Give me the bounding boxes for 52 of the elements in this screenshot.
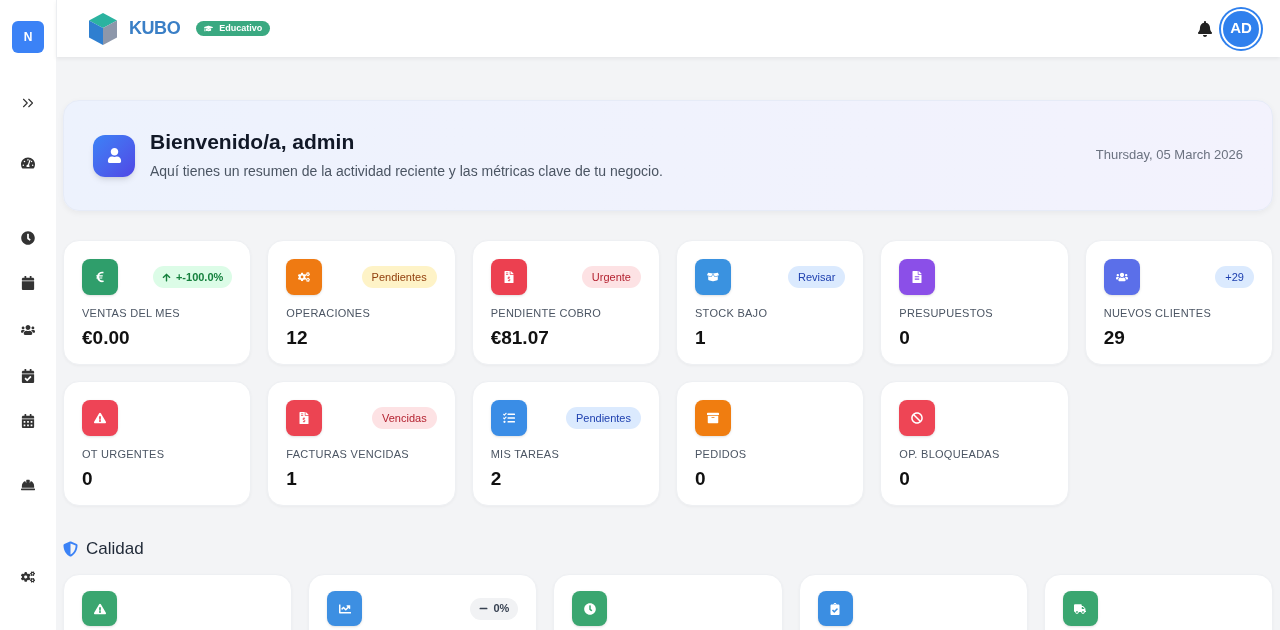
trend-value: 0% <box>493 603 510 614</box>
stat-label: VENTAS DEL MES <box>82 306 181 320</box>
stat-value: 0 <box>82 467 94 491</box>
user-icon <box>93 134 135 177</box>
gears-icon[interactable] <box>21 570 35 584</box>
cube-logo-icon <box>88 11 118 46</box>
status-badge: Pendientes <box>565 407 641 429</box>
stat-value: 0 <box>695 467 707 491</box>
stat-label: OT URGENTES <box>82 447 166 461</box>
stat-label: OPERACIONES <box>286 306 372 320</box>
stat-label: NUEVOS CLIENTES <box>1103 306 1213 320</box>
stat-value: 0 <box>899 326 911 350</box>
status-badge: Vencidas <box>372 407 437 429</box>
stat-value: €0.00 <box>82 326 131 350</box>
user-avatar[interactable]: AD <box>1221 8 1261 49</box>
current-date: Thursday, 05 March 2026 <box>1095 145 1243 164</box>
stat-label: PEDIDOS <box>695 447 748 461</box>
brand-button[interactable]: N <box>12 21 44 53</box>
gauge-icon[interactable] <box>21 156 35 170</box>
status-badge: Pendientes <box>361 266 437 288</box>
stat-value: 0 <box>899 467 911 491</box>
stat-label: FACTURAS VENCIDAS <box>286 447 410 461</box>
stat-label: STOCK BAJO <box>695 306 769 320</box>
welcome-subtitle: Aquí tienes un resumen de la actividad reciente y las métricas clave de tu negocio. <box>150 162 663 182</box>
stat-value: 12 <box>286 326 309 350</box>
logo-text: KUBO <box>129 17 181 40</box>
calendar-icon[interactable] <box>21 276 35 290</box>
stat-value: 1 <box>695 326 707 350</box>
stat-value: 29 <box>1103 326 1126 350</box>
hard-hat-icon[interactable] <box>21 478 35 492</box>
graduation-cap-icon <box>204 24 214 33</box>
stat-label: PENDIENTE COBRO <box>490 306 603 320</box>
welcome-title: Bienvenido/a, admin <box>150 128 356 155</box>
trend-value: +-100.0% <box>175 271 224 283</box>
status-badge: Revisar <box>788 266 846 288</box>
status-badge: Urgente <box>581 266 641 288</box>
stat-label: OP. BLOQUEADAS <box>899 447 1001 461</box>
stat-label: MIS TAREAS <box>490 447 560 461</box>
stat-label: PRESUPUESTOS <box>899 306 994 320</box>
calendar-grid-icon[interactable] <box>21 414 35 428</box>
stat-value: €81.07 <box>490 326 550 350</box>
stat-value: 2 <box>490 467 503 491</box>
edition-label: Educativo <box>219 24 263 33</box>
users-icon[interactable] <box>21 323 35 337</box>
stat-value: 1 <box>286 467 298 491</box>
shield-icon <box>63 541 78 557</box>
notifications-icon[interactable] <box>1197 20 1213 37</box>
status-badge: +29 <box>1215 266 1254 288</box>
clock-icon[interactable] <box>21 231 35 245</box>
section-title: Calidad <box>86 539 144 559</box>
arrow-up-icon <box>161 272 171 282</box>
calendar-check-icon[interactable] <box>21 369 35 383</box>
